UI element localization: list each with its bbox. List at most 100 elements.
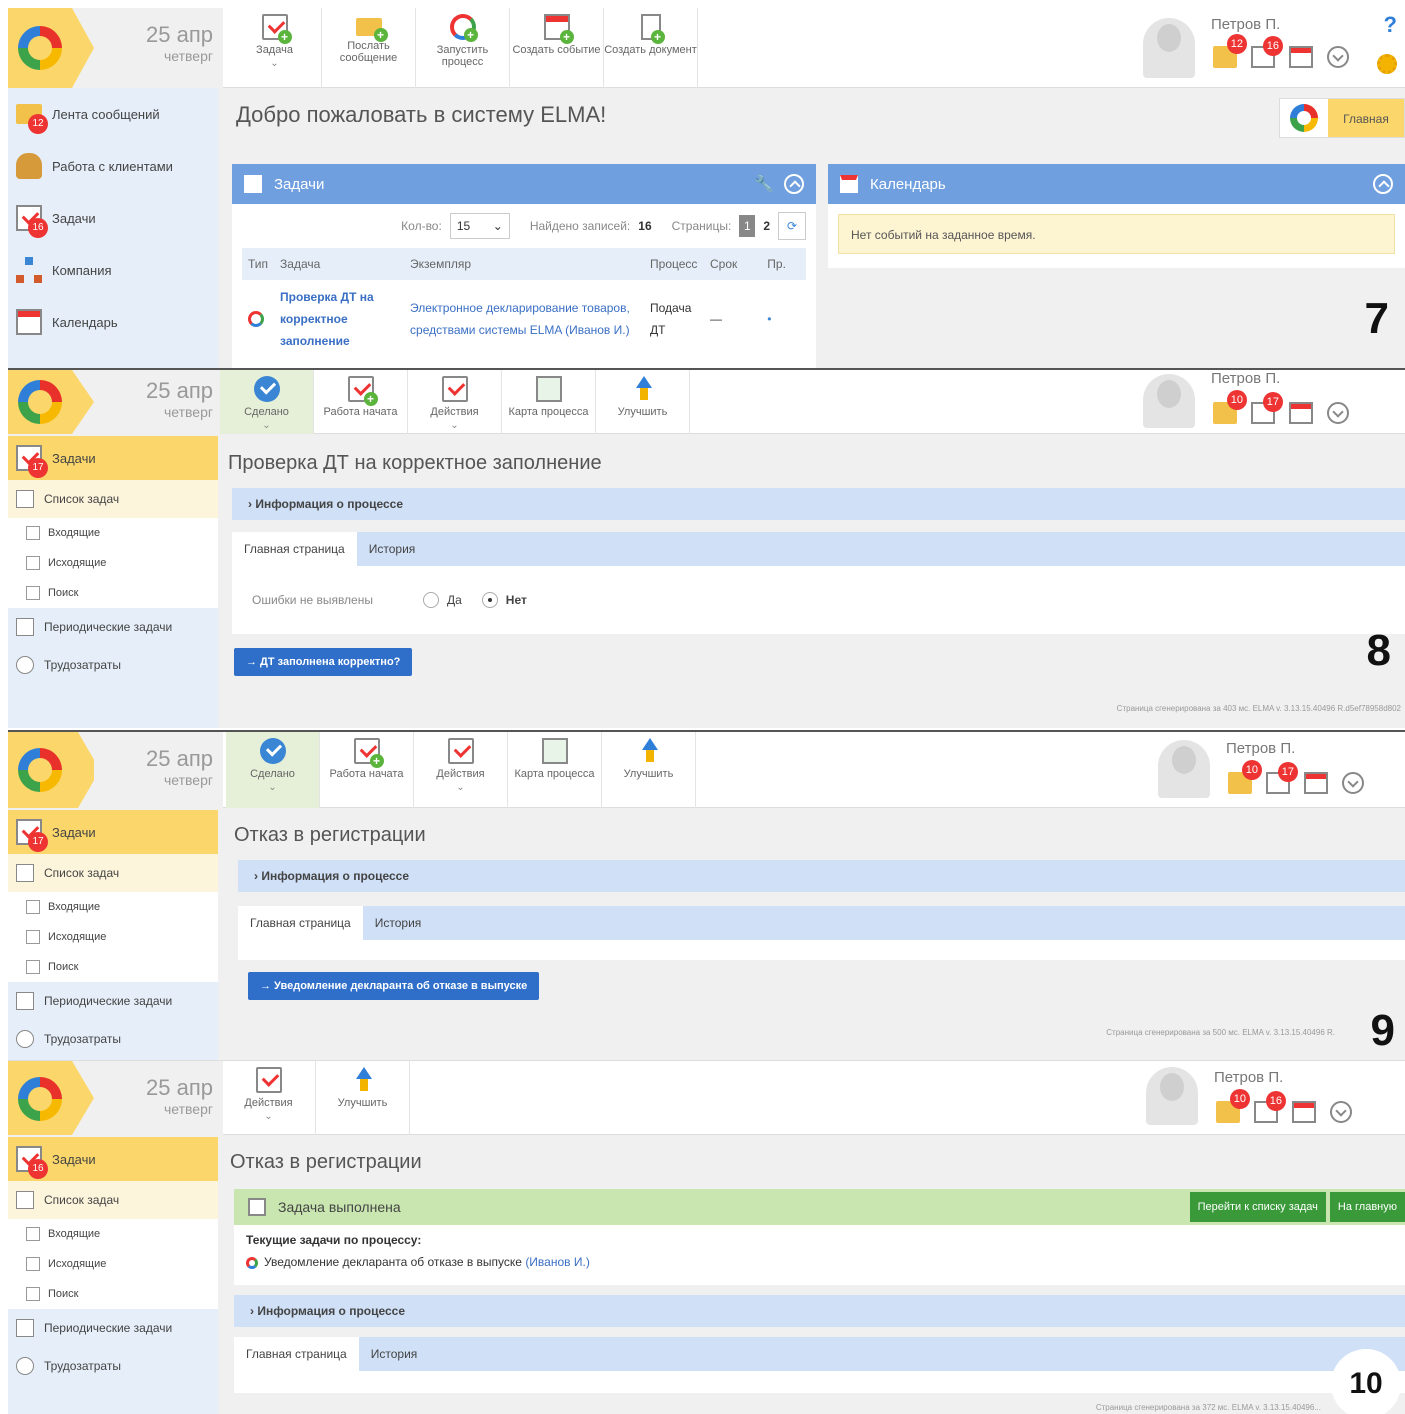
toolbar-process-map-button[interactable]: Карта процесса [508, 732, 602, 808]
collapse-icon[interactable] [784, 174, 804, 194]
instance-link[interactable]: Электронное декларирование товаров, сред… [404, 280, 644, 358]
sidebar-item-labor[interactable]: Трудозатраты [8, 646, 218, 684]
sidebar-item-company[interactable]: Компания [8, 244, 218, 296]
avatar[interactable] [1158, 740, 1210, 798]
tab-history[interactable]: История [357, 532, 428, 566]
tab-main[interactable]: Главная страница [238, 906, 363, 940]
sidebar-item-incoming[interactable]: Входящие [8, 518, 218, 548]
process-info-bar[interactable]: › Информация о процессе [232, 488, 1405, 520]
messages-icon[interactable]: 10 [1213, 390, 1247, 424]
toolbar-start-process-button[interactable]: Запустить процесс [416, 8, 510, 88]
sidebar-item-incoming[interactable]: Входящие [8, 892, 218, 922]
count-select[interactable]: 15 ⌄ [449, 213, 510, 239]
home-button[interactable]: Главная [1279, 98, 1405, 138]
sidebar-item-periodic[interactable]: Периодические задачи [8, 982, 218, 1020]
elma-logo-icon[interactable] [18, 26, 62, 70]
tab-history[interactable]: История [363, 906, 434, 940]
form-body: Ошибки не выявлены Да Нет [232, 566, 1405, 634]
calendar-icon[interactable] [1289, 402, 1313, 424]
sidebar-item-tasks[interactable]: Задачи 16 [8, 1137, 218, 1181]
toolbar-improve-button[interactable]: Улучшить [316, 1061, 410, 1135]
action-button[interactable]: → Уведомление декларанта об отказе в вып… [248, 972, 540, 1000]
radio-yes[interactable]: Да [422, 592, 462, 608]
refresh-icon[interactable]: ⟳ [778, 212, 806, 240]
action-button[interactable]: → ДТ заполнена корректно? [234, 648, 413, 676]
calendar-icon[interactable] [1292, 1101, 1316, 1123]
tasks-icon[interactable]: 17 [1266, 762, 1298, 794]
calendar-icon[interactable] [1289, 46, 1313, 68]
avatar[interactable] [1146, 1067, 1198, 1125]
sidebar-item-incoming[interactable]: Входящие [8, 1219, 218, 1249]
sidebar-item-periodic[interactable]: Периодические задачи [8, 608, 218, 646]
avatar[interactable] [1143, 18, 1195, 78]
gear-icon[interactable] [1377, 54, 1397, 74]
user-name[interactable]: Петров П. [1211, 16, 1280, 33]
chevron-down-icon[interactable] [1342, 772, 1364, 794]
clock-icon [16, 656, 34, 674]
sidebar-item-task-list[interactable]: Список задач [8, 854, 218, 892]
calendar-icon[interactable] [1304, 772, 1328, 794]
sidebar-item-outgoing[interactable]: Исходящие [8, 1249, 218, 1279]
sidebar-item-calendar[interactable]: Календарь [8, 296, 218, 348]
sidebar-item-task-list[interactable]: Список задач [8, 480, 218, 518]
tasks-icon[interactable]: 16 [1251, 36, 1283, 68]
toolbar-actions-button[interactable]: Действия ⌄ [414, 732, 508, 808]
sidebar-item-labor[interactable]: Трудозатраты [8, 1347, 218, 1385]
sidebar-item-tasks[interactable]: Задачи 17 [8, 436, 218, 480]
chevron-down-icon[interactable] [1327, 46, 1349, 68]
sidebar-item-periodic[interactable]: Периодические задачи [8, 1309, 218, 1347]
help-icon[interactable]: ? [1384, 12, 1397, 38]
sidebar-item-clients[interactable]: Работа с клиентами [8, 140, 218, 192]
messages-icon[interactable]: 12 [1213, 34, 1247, 68]
chevron-down-icon[interactable] [1330, 1101, 1352, 1123]
elma-logo-icon[interactable] [18, 748, 62, 792]
toolbar-actions-button[interactable]: Действия ⌄ [222, 1061, 316, 1135]
tab-main[interactable]: Главная страница [232, 532, 357, 566]
tab-main[interactable]: Главная страница [234, 1337, 359, 1371]
sidebar-item-outgoing[interactable]: Исходящие [8, 548, 218, 578]
wrench-icon[interactable]: 🔧 [754, 174, 774, 194]
toolbar-task-button[interactable]: Задача⌄ [228, 8, 322, 88]
toolbar-improve-button[interactable]: Улучшить [602, 732, 696, 808]
task-link[interactable]: Проверка ДТ на корректное заполнение [274, 280, 404, 358]
elma-logo-icon[interactable] [18, 1077, 62, 1121]
page-2[interactable]: 2 [763, 219, 770, 233]
sidebar-item-tasks[interactable]: Задачи 16 [8, 192, 218, 244]
elma-logo-icon[interactable] [18, 380, 62, 424]
toolbar-improve-button[interactable]: Улучшить [596, 370, 690, 434]
toolbar-create-document-button[interactable]: Создать документ [604, 8, 698, 88]
page-1[interactable]: 1 [739, 215, 756, 237]
toolbar-done-button[interactable]: Сделано ⌄ [220, 370, 314, 434]
sidebar-item-labor[interactable]: Трудозатраты [8, 1020, 218, 1058]
go-to-task-list-button[interactable]: Перейти к списку задач [1189, 1192, 1326, 1222]
chevron-down-icon[interactable] [1327, 402, 1349, 424]
process-info-bar[interactable]: › Информация о процессе [234, 1295, 1405, 1327]
toolbar-work-started-button[interactable]: Работа начата [314, 370, 408, 434]
toolbar-actions-button[interactable]: Действия ⌄ [408, 370, 502, 434]
sidebar-item-search[interactable]: Поиск [8, 952, 218, 982]
tasks-icon[interactable]: 17 [1251, 392, 1283, 424]
sidebar-item-task-list[interactable]: Список задач [8, 1181, 218, 1219]
list-item[interactable]: Уведомление декларанта об отказе в выпус… [246, 1255, 1393, 1269]
sidebar-item-tasks[interactable]: Задачи 17 [8, 810, 218, 854]
avatar[interactable] [1143, 374, 1195, 428]
messages-icon[interactable]: 10 [1228, 760, 1262, 794]
toolbar-process-map-button[interactable]: Карта процесса [502, 370, 596, 434]
sidebar-item-search[interactable]: Поиск [8, 1279, 218, 1309]
tab-history[interactable]: История [359, 1337, 430, 1371]
radio-no[interactable]: Нет [481, 592, 527, 608]
sidebar-item-outgoing[interactable]: Исходящие [8, 922, 218, 952]
sidebar-item-search[interactable]: Поиск [8, 578, 218, 608]
sidebar-item-feed[interactable]: Лента сообщений 12 [8, 88, 218, 140]
collapse-icon[interactable] [1373, 174, 1393, 194]
toolbar-create-event-button[interactable]: Создать событие [510, 8, 604, 88]
table-row[interactable]: Проверка ДТ на корректное заполнение Эле… [242, 280, 806, 358]
process-info-bar[interactable]: › Информация о процессе [238, 860, 1405, 892]
messages-icon[interactable]: 10 [1216, 1089, 1250, 1123]
page-footer: Страница сгенерирована за 403 мс. ELMA v… [1116, 704, 1401, 713]
toolbar-work-started-button[interactable]: Работа начата [320, 732, 414, 808]
go-home-button[interactable]: На главную [1329, 1192, 1405, 1222]
tasks-icon[interactable]: 16 [1254, 1091, 1286, 1123]
toolbar-send-message-button[interactable]: Послать сообщение [322, 8, 416, 88]
toolbar-done-button[interactable]: Сделано ⌄ [226, 732, 320, 808]
